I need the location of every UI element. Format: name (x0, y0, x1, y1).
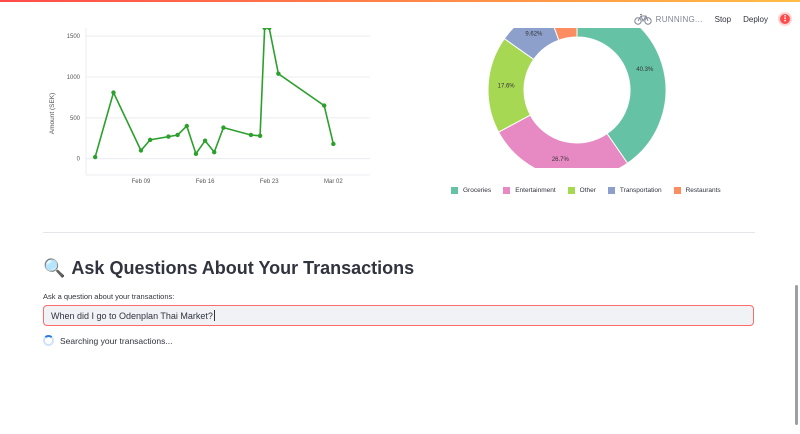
series-line (94, 28, 335, 158)
page-title: 🔍 Ask Questions About Your Transactions (43, 258, 414, 279)
legend-label: Other (579, 187, 596, 194)
y-tick-label: 500 (70, 116, 81, 122)
data-point (147, 137, 153, 143)
data-point (166, 134, 171, 139)
data-point (111, 90, 116, 95)
legend-item[interactable]: Other (567, 187, 596, 194)
y-tick-label: 1500 (67, 34, 81, 40)
data-point (184, 123, 189, 129)
app-header: RUNNING... Stop Deploy ⋮ (633, 8, 790, 30)
legend-swatch (451, 187, 458, 194)
x-tick-label: Mar 02 (324, 179, 343, 185)
y-tick-label: 0 (77, 157, 81, 163)
running-status: RUNNING... (633, 13, 703, 25)
x-tick-label: Feb 09 (132, 179, 151, 185)
slice-label: 26.7% (552, 157, 570, 163)
question-label: Ask a question about your transactions: (43, 292, 175, 301)
data-point (276, 71, 281, 76)
donut-legend: Groceries Entertainment Other Transportatio… (451, 187, 721, 194)
top-progress-line (0, 0, 800, 2)
legend-label: Restaurants (685, 187, 721, 194)
search-status: Searching your transactions... (43, 335, 172, 346)
data-point (92, 154, 98, 160)
legend-swatch (567, 187, 575, 194)
text-caret (213, 310, 215, 321)
x-tick-label: Feb 23 (260, 179, 279, 185)
legend-item[interactable]: Transportation (607, 187, 662, 194)
legend-label: Groceries (463, 187, 492, 194)
menu-icon: ⋮ (781, 14, 789, 23)
legend-swatch (673, 187, 681, 194)
section-divider (43, 232, 755, 233)
page-title-text: Ask Questions About Your Transactions (71, 258, 415, 278)
slice-label: 17.6% (498, 84, 516, 90)
y-axis-label: Amount (SEK) (49, 93, 56, 135)
bicycle-icon (633, 14, 652, 25)
spending-line-chart: 0 500 1000 1500 Feb 09 Feb 16 Feb 23 Mar 02 Amou… (49, 28, 370, 185)
data-point (175, 132, 180, 138)
main-menu-button[interactable]: ⋮ (780, 14, 790, 24)
legend-label: Entertainment (515, 187, 556, 194)
deploy-button[interactable]: Deploy (743, 15, 768, 24)
x-tick-label: Feb 16 (196, 179, 215, 185)
data-point (221, 125, 226, 130)
y-tick-label: 1000 (67, 75, 81, 81)
legend-item[interactable]: Restaurants (673, 187, 721, 194)
data-point (267, 28, 272, 31)
question-input-value: When did I go to Odenplan Thai Market? (51, 310, 213, 321)
magnifier-icon: 🔍 (43, 258, 66, 278)
data-point (321, 103, 327, 108)
data-point (193, 151, 199, 156)
legend-swatch (503, 187, 511, 194)
question-input[interactable]: When did I go to Odenplan Thai Market? (43, 305, 754, 326)
search-status-text: Searching your transactions... (60, 335, 173, 346)
stop-button[interactable]: Stop (715, 15, 731, 24)
running-status-text: RUNNING... (655, 14, 703, 24)
data-point (257, 133, 263, 138)
slice-label: 9.62% (525, 32, 543, 38)
legend-item[interactable]: Entertainment (503, 187, 556, 194)
legend-swatch (607, 187, 615, 194)
slice-label: 40.3% (636, 67, 654, 73)
data-point (202, 138, 208, 143)
data-point (138, 148, 144, 153)
legend-label: Transportation (619, 187, 662, 194)
data-point (262, 28, 267, 31)
data-point (248, 132, 254, 138)
page-scrollbar[interactable] (795, 285, 798, 425)
data-point (331, 141, 336, 147)
legend-item[interactable]: Groceries (451, 187, 491, 194)
category-donut-chart: 40.3%26.7%17.6%9.62%5.55% (487, 28, 667, 168)
data-point (212, 149, 217, 155)
loading-spinner-icon (43, 335, 54, 346)
